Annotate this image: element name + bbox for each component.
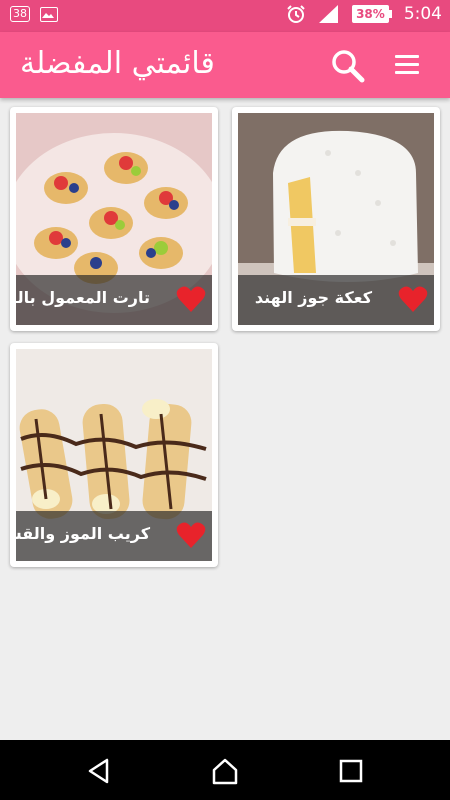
card-caption: كريب الموز والقشطة: [16, 511, 212, 561]
image-notification-icon: [40, 6, 58, 22]
recents-icon[interactable]: [336, 756, 366, 786]
alarm-icon: [287, 5, 305, 23]
page-title: قائمتي المفضلة: [20, 46, 215, 81]
battery-level: 38%: [352, 5, 389, 23]
system-nav-bar: [0, 740, 450, 800]
favorite-heart-icon[interactable]: [176, 285, 206, 313]
home-icon[interactable]: [210, 756, 240, 786]
clock: 5:04: [403, 4, 442, 24]
recipe-name: كعكة جوز الهند: [254, 288, 372, 307]
status-bar: 38 38% 5:04: [0, 0, 450, 32]
recipe-card-maamoul-tart[interactable]: تارت المعمول بالقشطة: [10, 107, 218, 331]
signal-icon: [319, 5, 339, 23]
coconut-cake-image: كعكة جوز الهند: [238, 113, 434, 325]
card-caption: تارت المعمول بالقشطة: [16, 275, 212, 325]
favorite-heart-icon[interactable]: [398, 285, 428, 313]
back-icon[interactable]: [85, 756, 115, 786]
recipe-card-coconut-cake[interactable]: كعكة جوز الهند: [232, 107, 440, 331]
favorite-heart-icon[interactable]: [176, 521, 206, 549]
notification-count-badge: 38: [10, 6, 30, 22]
recipe-card-banana-crepe[interactable]: كريب الموز والقشطة: [10, 343, 218, 567]
card-caption: كعكة جوز الهند: [238, 275, 434, 325]
banana-crepe-image: كريب الموز والقشطة: [16, 349, 212, 561]
recipe-name: كريب الموز والقشطة: [16, 524, 150, 543]
recipe-name: تارت المعمول بالقشطة: [16, 288, 150, 307]
maamoul-tart-image: تارت المعمول بالقشطة: [16, 113, 212, 325]
app-bar: قائمتي المفضلة: [0, 32, 450, 98]
menu-icon[interactable]: [390, 50, 424, 80]
battery-indicator: 38%: [352, 5, 392, 23]
search-icon[interactable]: [330, 48, 366, 84]
